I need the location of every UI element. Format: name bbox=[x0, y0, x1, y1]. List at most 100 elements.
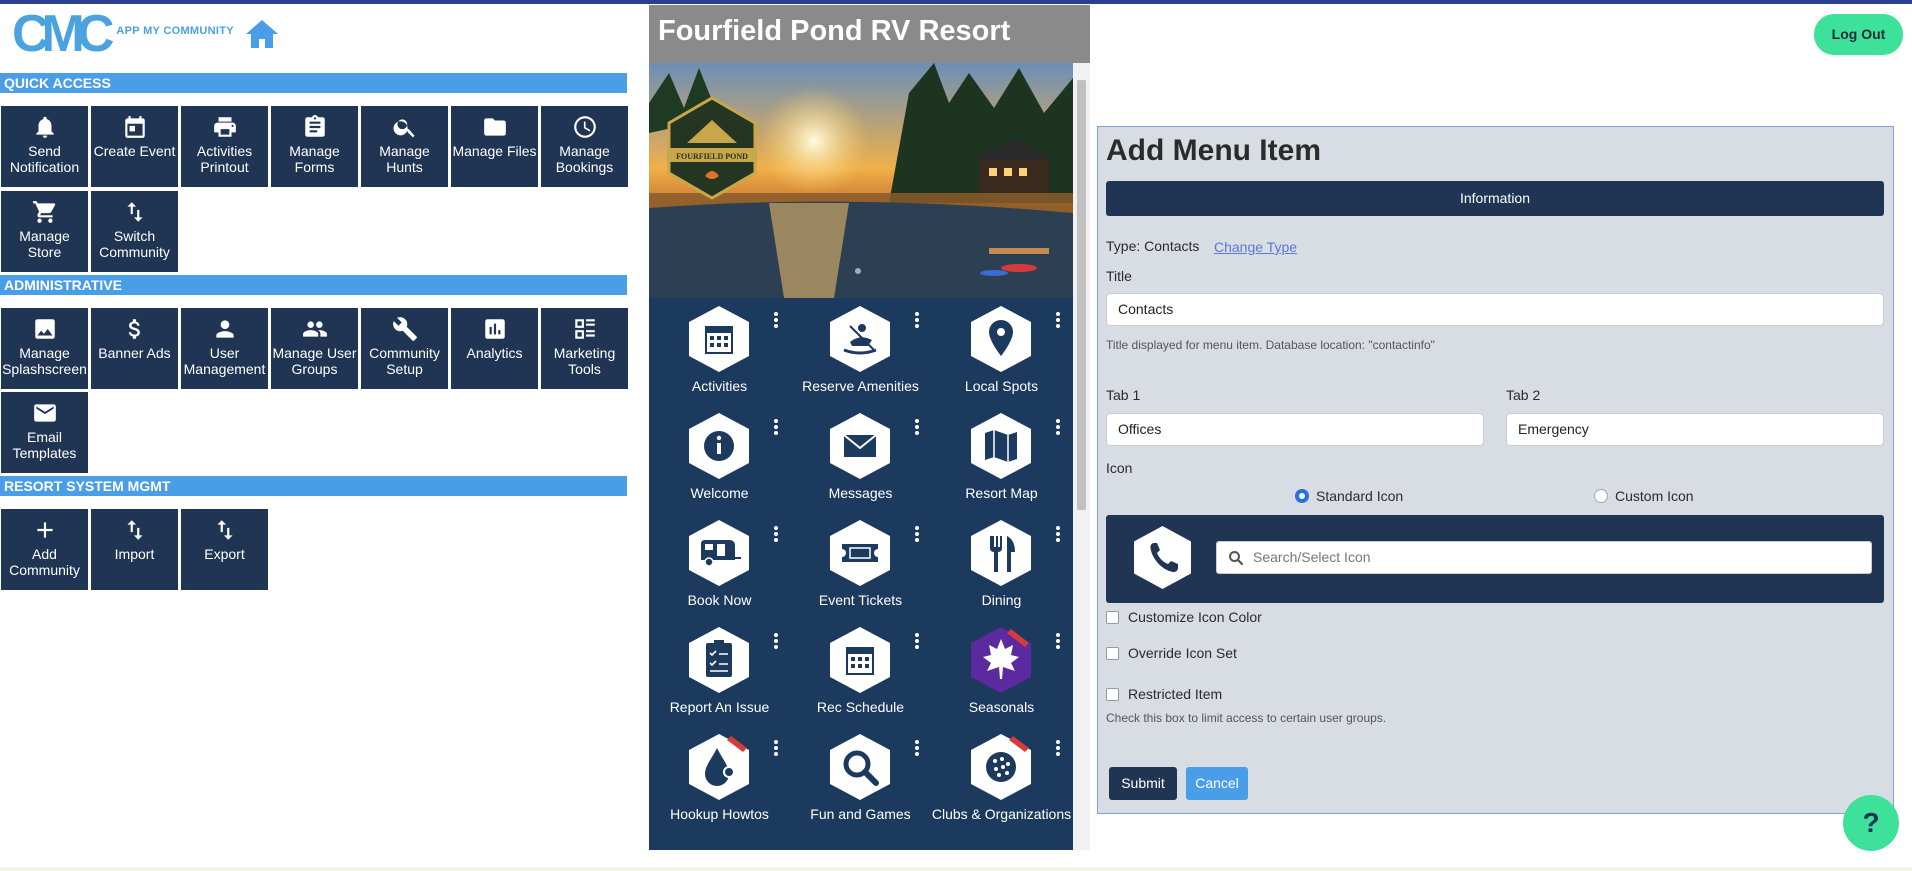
tab-information[interactable]: Information bbox=[1106, 181, 1884, 216]
tab2-input[interactable]: Emergency bbox=[1506, 413, 1884, 446]
app-options-menu[interactable] bbox=[773, 312, 779, 330]
badge-text: FOURFIELD POND bbox=[676, 152, 748, 161]
app-options-menu[interactable] bbox=[773, 740, 779, 758]
app-tile-resort-map[interactable]: Resort Map bbox=[931, 405, 1072, 511]
manage-user-groups-button[interactable]: Manage User Groups bbox=[271, 308, 358, 389]
checkbox-box bbox=[1106, 646, 1119, 660]
app-tile-seasonals[interactable]: Seasonals bbox=[931, 619, 1072, 725]
ticket-icon bbox=[830, 520, 890, 586]
folder-icon bbox=[483, 118, 506, 136]
app-tile-reserve-amenities[interactable]: Reserve Amenities bbox=[790, 298, 931, 404]
radio-selected-indicator bbox=[1295, 489, 1309, 503]
swap-icon bbox=[126, 202, 143, 222]
app-options-menu[interactable] bbox=[914, 740, 920, 758]
app-tile-hookup-howtos[interactable]: Hookup Howtos bbox=[649, 726, 790, 832]
app-options-menu[interactable] bbox=[773, 633, 779, 651]
app-options-menu[interactable] bbox=[1055, 312, 1061, 330]
section-resort-system: RESORT SYSTEM MGMT bbox=[0, 476, 627, 496]
activities-printout-button[interactable]: Activities Printout bbox=[181, 106, 268, 187]
marketing-tools-button[interactable]: Marketing Tools bbox=[541, 308, 628, 389]
app-tile-dining[interactable]: Dining bbox=[931, 512, 1072, 618]
app-tile-fun-and-games[interactable]: Fun and Games bbox=[790, 726, 931, 832]
users-icon bbox=[302, 321, 327, 337]
search-icon bbox=[393, 119, 415, 138]
change-type-link[interactable]: Change Type bbox=[1214, 239, 1297, 255]
app-tile-clubs-organizations[interactable]: Clubs & Organizations bbox=[931, 726, 1072, 832]
submit-button[interactable]: Submit bbox=[1109, 767, 1177, 800]
restricted-item-checkbox[interactable]: Restricted Item bbox=[1106, 686, 1222, 702]
analytics-button[interactable]: Analytics bbox=[451, 308, 538, 389]
manage-forms-button[interactable]: Manage Forms bbox=[271, 106, 358, 187]
section-administrative: ADMINISTRATIVE bbox=[0, 275, 627, 295]
add-community-button[interactable]: Add Community bbox=[1, 509, 88, 590]
override-icon-set-checkbox[interactable]: Override Icon Set bbox=[1106, 645, 1237, 661]
section-quick-access: QUICK ACCESS bbox=[0, 73, 627, 93]
app-options-menu[interactable] bbox=[1055, 419, 1061, 437]
app-tile-local-spots[interactable]: Local Spots bbox=[931, 298, 1072, 404]
restricted-hint: Check this box to limit access to certai… bbox=[1106, 711, 1387, 725]
manage-bookings-button[interactable]: Manage Bookings bbox=[541, 106, 628, 187]
app-options-menu[interactable] bbox=[773, 526, 779, 544]
manage-store-button[interactable]: Manage Store bbox=[1, 191, 88, 272]
community-setup-button[interactable]: Community Setup bbox=[361, 308, 448, 389]
icon-label: Icon bbox=[1106, 460, 1133, 476]
manage-splashscreen-button[interactable]: Manage Splashscreen bbox=[1, 308, 88, 389]
app-tile-report-an-issue[interactable]: Report An Issue bbox=[649, 619, 790, 725]
printer-icon bbox=[213, 117, 236, 137]
app-options-menu[interactable] bbox=[914, 633, 920, 651]
app-options-menu[interactable] bbox=[1055, 633, 1061, 651]
form-heading: Add Menu Item bbox=[1106, 134, 1321, 167]
export-button[interactable]: Export bbox=[181, 509, 268, 590]
manage-files-button[interactable]: Manage Files bbox=[451, 106, 538, 187]
mail-icon bbox=[33, 404, 56, 422]
app-options-menu[interactable] bbox=[773, 419, 779, 437]
send-notification-button[interactable]: Send Notification bbox=[1, 106, 88, 187]
app-options-menu[interactable] bbox=[914, 312, 920, 330]
help-button[interactable]: ? bbox=[1843, 795, 1899, 851]
app-logo[interactable]: CMC APP MY COMMUNITY bbox=[12, 5, 234, 63]
logout-button[interactable]: Log Out bbox=[1814, 14, 1903, 55]
import-button[interactable]: Import bbox=[91, 509, 178, 590]
app-tile-activities[interactable]: Activities bbox=[649, 298, 790, 404]
add-menu-item-panel: Add Menu Item Information Type: Contacts… bbox=[1097, 126, 1894, 814]
app-options-menu[interactable] bbox=[1055, 740, 1061, 758]
tab2-label: Tab 2 bbox=[1506, 387, 1541, 403]
hero-image[interactable]: FOURFIELD POND bbox=[649, 63, 1073, 298]
cancel-button[interactable]: Cancel bbox=[1186, 767, 1248, 800]
title-input[interactable]: Contacts bbox=[1106, 293, 1884, 326]
top-border bbox=[0, 0, 1912, 4]
app-options-menu[interactable] bbox=[914, 526, 920, 544]
create-event-button[interactable]: Create Event bbox=[91, 106, 178, 187]
email-templates-button[interactable]: Email Templates bbox=[1, 392, 88, 473]
app-options-menu[interactable] bbox=[914, 419, 920, 437]
app-tile-event-tickets[interactable]: Event Tickets bbox=[790, 512, 931, 618]
switch-community-button[interactable]: Switch Community bbox=[91, 191, 178, 272]
wrench-icon bbox=[392, 317, 417, 341]
utensils-icon bbox=[971, 520, 1031, 586]
search-icon bbox=[1229, 551, 1244, 566]
phone-scrollbar-thumb[interactable] bbox=[1077, 80, 1086, 510]
magnifier-icon bbox=[830, 734, 890, 800]
dollar-icon bbox=[128, 319, 140, 339]
banner-ads-button[interactable]: Banner Ads bbox=[91, 308, 178, 389]
app-tile-welcome[interactable]: Welcome bbox=[649, 405, 790, 511]
map-icon bbox=[971, 413, 1031, 479]
title-label: Title bbox=[1106, 268, 1132, 284]
app-tile-rec-schedule[interactable]: Rec Schedule bbox=[790, 619, 931, 725]
logo-mark: CMC bbox=[12, 5, 114, 63]
home-icon[interactable] bbox=[244, 18, 280, 50]
app-tile-messages[interactable]: Messages bbox=[790, 405, 931, 511]
app-options-menu[interactable] bbox=[1055, 526, 1061, 544]
chart-icon bbox=[484, 319, 505, 339]
kayak-icon bbox=[830, 306, 890, 372]
standard-icon-radio[interactable]: Standard Icon bbox=[1295, 488, 1403, 504]
calendar-icon bbox=[830, 627, 890, 693]
app-tile-book-now[interactable]: Book Now bbox=[649, 512, 790, 618]
customize-icon-color-checkbox[interactable]: Customize Icon Color bbox=[1106, 609, 1262, 625]
user-management-button[interactable]: User Management bbox=[181, 308, 268, 389]
icon-search-input[interactable]: Search/Select Icon bbox=[1216, 541, 1872, 574]
phone-icon bbox=[1134, 526, 1191, 589]
custom-icon-radio[interactable]: Custom Icon bbox=[1594, 488, 1694, 504]
manage-hunts-button[interactable]: Manage Hunts bbox=[361, 106, 448, 187]
tab1-input[interactable]: Offices bbox=[1106, 413, 1484, 446]
